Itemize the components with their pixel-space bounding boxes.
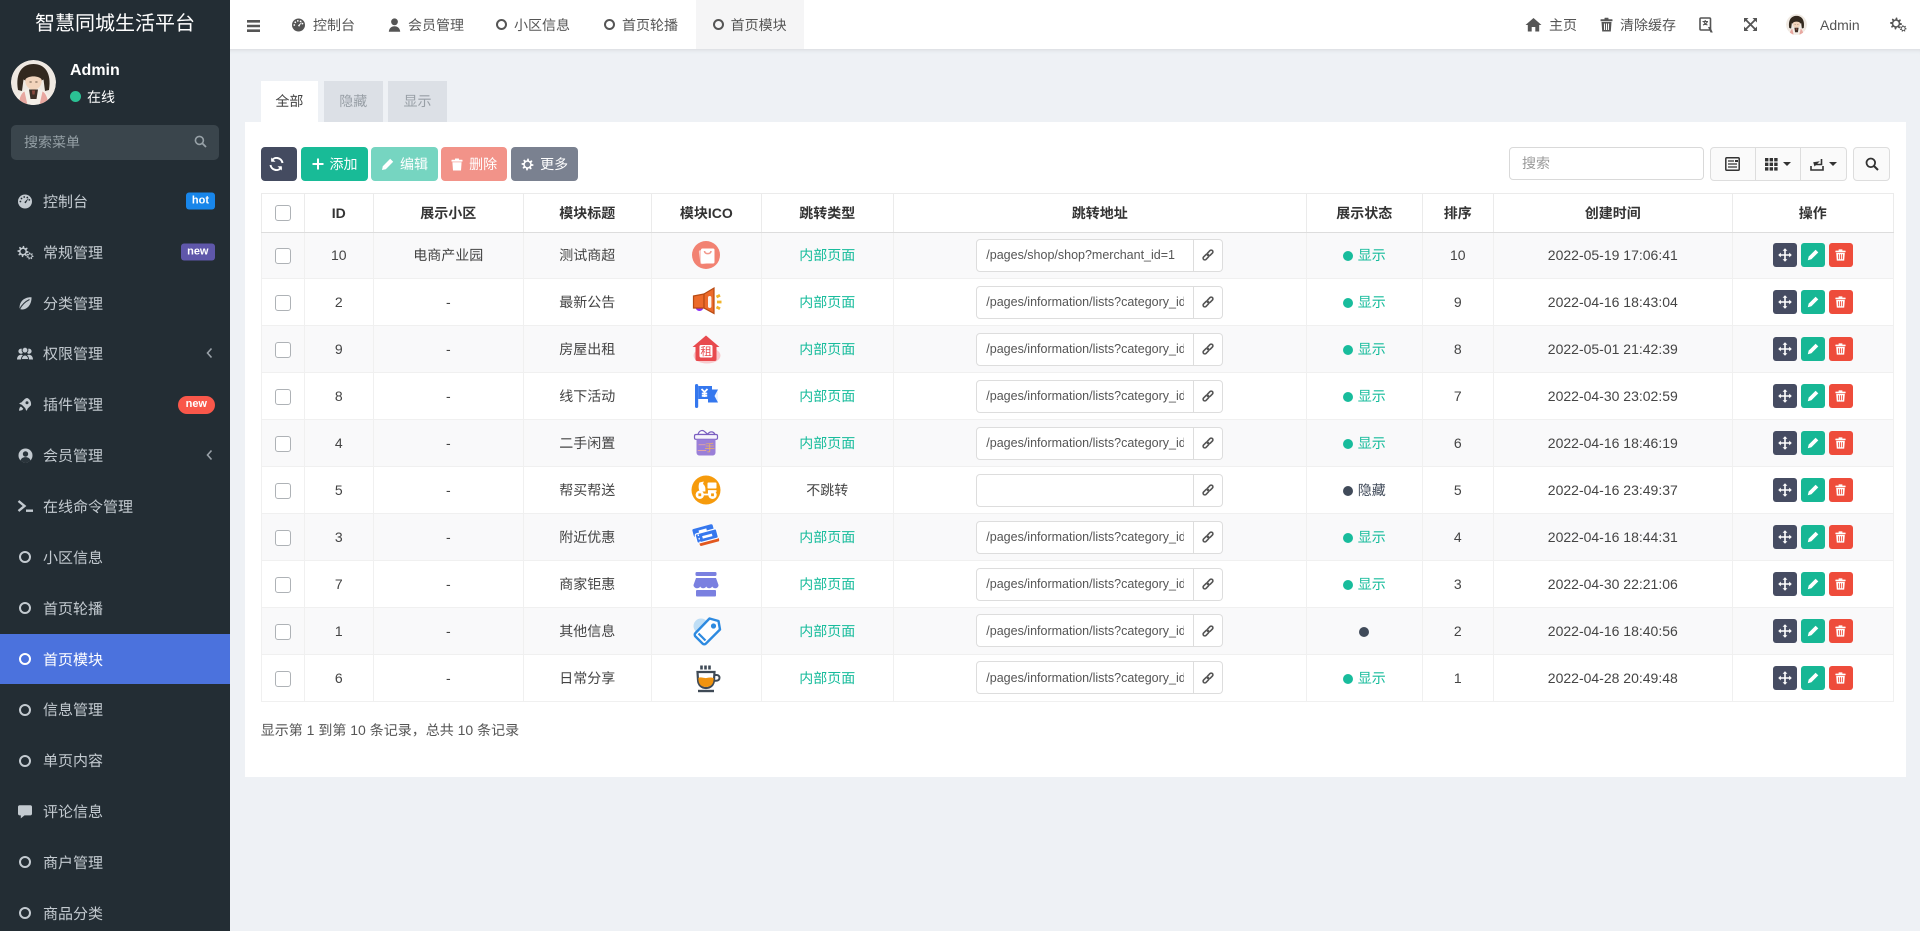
svg-text:手: 手 [705,441,716,456]
svg-text:租: 租 [701,344,713,360]
